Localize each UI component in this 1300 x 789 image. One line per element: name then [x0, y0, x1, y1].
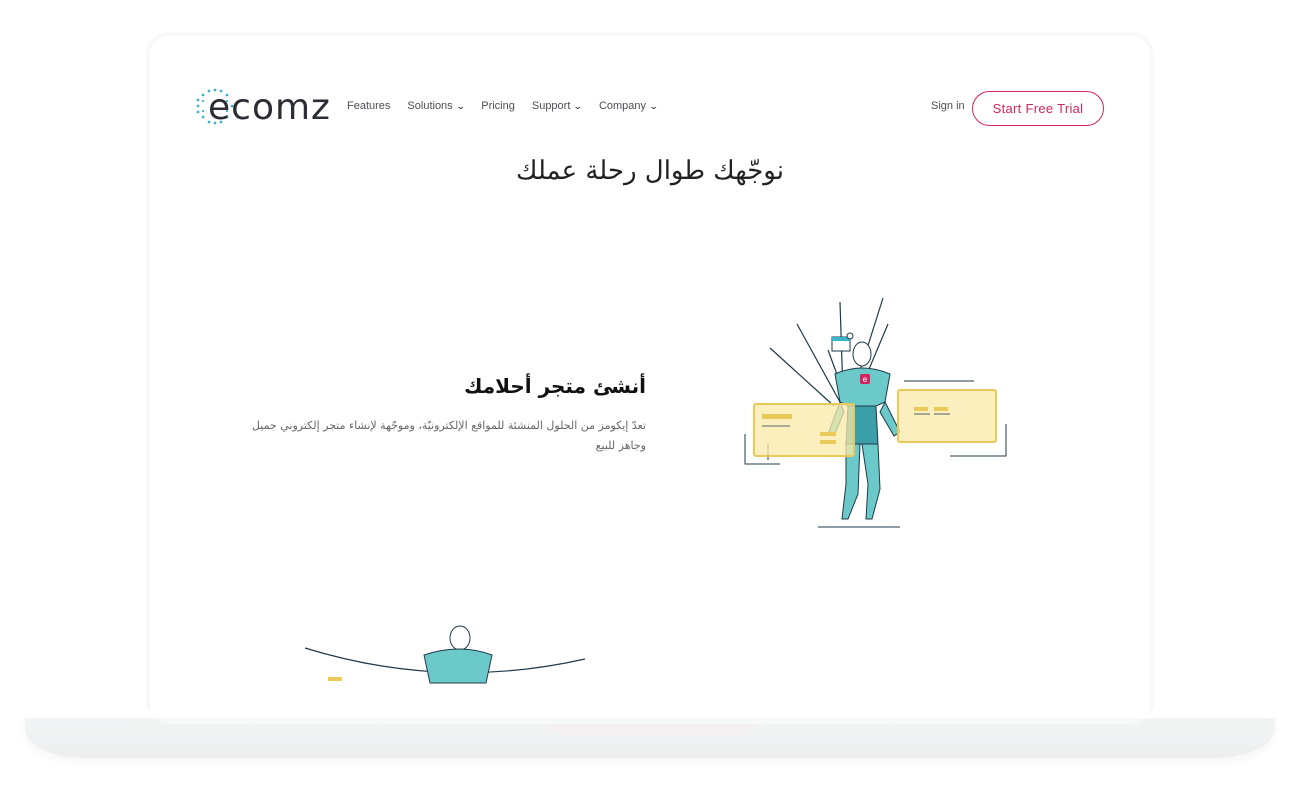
website-screen: ecomz Features Solutions ⌄ Pricing Suppo… [150, 36, 1150, 718]
svg-text:e: e [863, 375, 868, 384]
nav-solutions-label: Solutions [407, 100, 453, 112]
nav-company-label: Company [598, 100, 647, 112]
store-builder-illustration: e [744, 297, 1007, 528]
chevron-down-icon: ⌄ [573, 100, 584, 111]
nav-company[interactable]: Company ⌄ [598, 100, 659, 112]
feature-description: تعدّ إيكومز من الحلول المنشئة للمواقع ال… [251, 419, 646, 452]
chevron-down-icon: ⌄ [648, 100, 659, 111]
ecomz-logo[interactable]: ecomz [194, 86, 334, 130]
nav-support[interactable]: Support ⌄ [531, 100, 584, 112]
next-section-illustration [304, 625, 586, 684]
nav-support-label: Support [531, 100, 571, 112]
start-free-trial-button[interactable]: Start Free Trial [972, 91, 1104, 126]
nav-features-label: Features [347, 100, 391, 112]
hero-title: نوجّهك طوال رحلة عملك [516, 156, 784, 186]
sign-in-link[interactable]: Sign in [931, 100, 965, 112]
nav-pricing-label: Pricing [481, 100, 515, 112]
logo-wordmark: ecomz [208, 87, 331, 128]
chevron-down-icon: ⌄ [455, 100, 466, 111]
main-nav: Features Solutions ⌄ Pricing Support ⌄ C… [347, 100, 675, 112]
feature-title: أنشئ متجر أحلامك [464, 374, 646, 398]
nav-features[interactable]: Features [347, 100, 390, 112]
nav-pricing[interactable]: Pricing [481, 100, 515, 112]
nav-solutions[interactable]: Solutions ⌄ [407, 100, 466, 112]
